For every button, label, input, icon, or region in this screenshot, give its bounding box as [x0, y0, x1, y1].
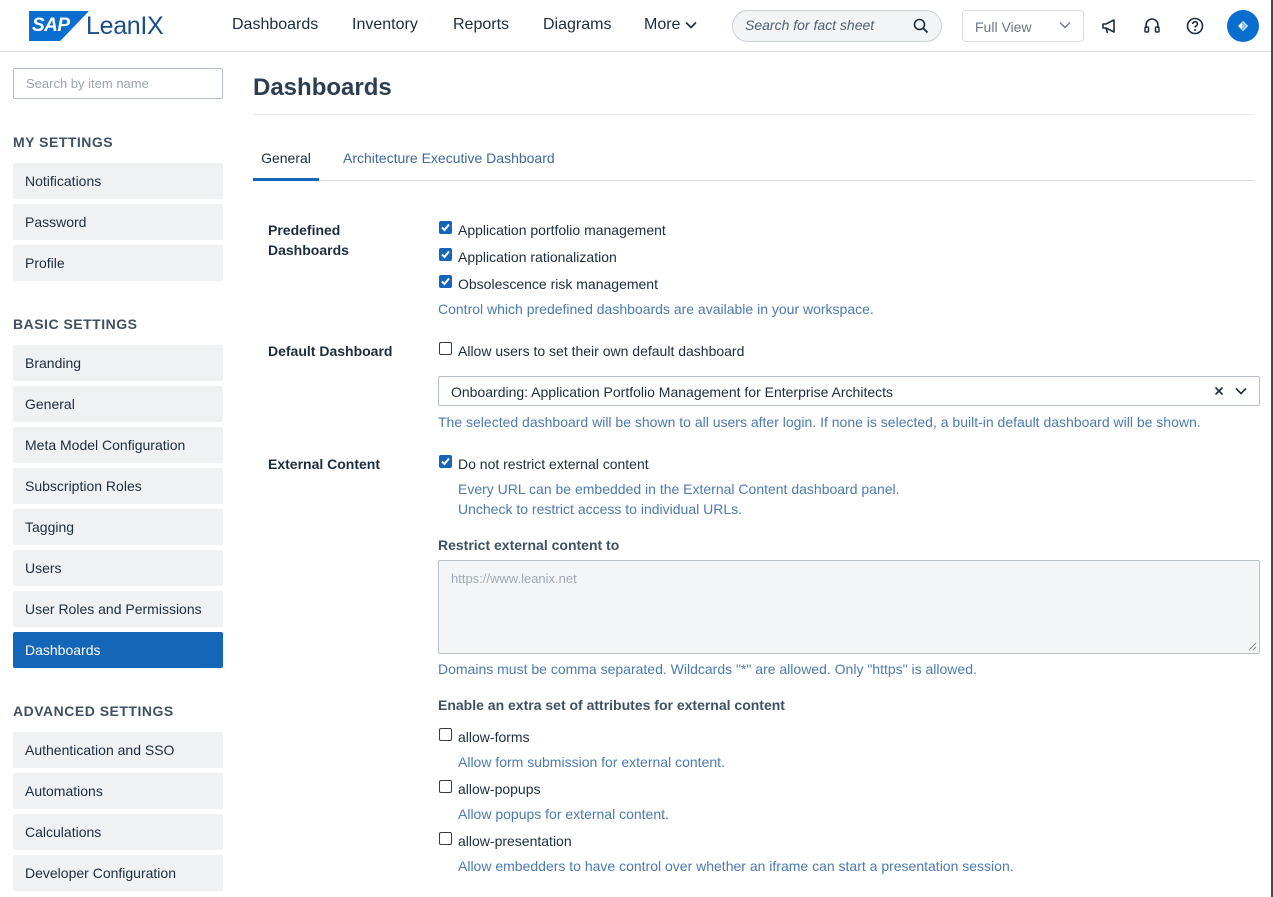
allow-popups-label: allow-popups [458, 781, 541, 797]
predefined-dashboards-help: Control which predefined dashboards are … [438, 301, 874, 317]
extra-attributes-label: Enable an extra set of attributes for ex… [438, 697, 785, 713]
active-tab-indicator [253, 178, 319, 181]
sidebar-item-profile[interactable]: Profile [13, 245, 223, 281]
sidebar-item-subscription-roles[interactable]: Subscription Roles [13, 468, 223, 504]
allow-presentation-label: allow-presentation [458, 833, 572, 849]
external-content-label: External Content [268, 456, 381, 472]
sidebar-search-input[interactable] [26, 76, 206, 91]
sidebar-item-tagging[interactable]: Tagging [13, 509, 223, 545]
sap-logo: SAP [29, 11, 89, 41]
checkbox-application-rationalization[interactable] [439, 248, 452, 261]
restrict-external-content-help: Domains must be comma separated. Wildcar… [438, 661, 977, 677]
option-label-obsolescence-risk-management: Obsolescence risk management [458, 276, 658, 292]
sidebar-item-branding[interactable]: Branding [13, 345, 223, 381]
sidebar-item-password[interactable]: Password [13, 204, 223, 240]
sidebar-item-meta-model-configuration[interactable]: Meta Model Configuration [13, 427, 223, 463]
sidebar-item-calculations[interactable]: Calculations [13, 814, 223, 850]
chevron-down-icon [685, 21, 698, 29]
sap-leanix-logo[interactable]: SAP LeanIX [29, 11, 164, 41]
checkbox-application-portfolio-management[interactable] [439, 221, 452, 234]
megaphone-icon[interactable] [1100, 16, 1120, 36]
sap-logo-text: SAP [32, 15, 70, 36]
checkmark-icon [441, 250, 450, 259]
predefined-dashboards-label: Predefined Dashboards [268, 220, 349, 260]
clear-icon[interactable] [1213, 385, 1225, 397]
chevron-down-icon[interactable] [1235, 387, 1247, 395]
nav-diagrams[interactable]: Diagrams [543, 16, 611, 34]
predefined-dashboards-label-line1: Predefined [268, 222, 341, 238]
option-label-application-portfolio-management: Application portfolio management [458, 222, 666, 238]
sidebar-item-developer-configuration[interactable]: Developer Configuration [13, 855, 223, 891]
tabs-divider [253, 180, 1254, 181]
fact-sheet-search-input[interactable] [745, 17, 905, 33]
restrict-external-content-label: Restrict external content to [438, 537, 620, 553]
sidebar-item-dashboards[interactable]: Dashboards [13, 632, 223, 668]
leanix-logo-text: LeanIX [86, 11, 164, 40]
default-dashboard-help: The selected dashboard will be shown to … [438, 414, 1201, 430]
section-title-my-settings: MY SETTINGS [13, 134, 114, 150]
title-divider [253, 114, 1254, 115]
restrict-external-content-input[interactable] [439, 561, 1259, 653]
checkmark-icon [441, 457, 450, 466]
nav-more[interactable]: More [644, 16, 698, 34]
checkmark-icon [441, 277, 450, 286]
checkbox-allow-user-default-dashboard[interactable] [439, 342, 452, 355]
chevron-down-icon [1059, 22, 1071, 29]
resize-grip-icon[interactable] [1248, 642, 1257, 651]
checkbox-allow-popups[interactable] [439, 780, 452, 793]
checkmark-icon [441, 223, 450, 232]
headset-icon[interactable] [1142, 16, 1162, 36]
section-title-advanced-settings: ADVANCED SETTINGS [13, 703, 174, 719]
sidebar-item-user-roles-and-permissions[interactable]: User Roles and Permissions [13, 591, 223, 627]
nav-more-label: More [644, 16, 681, 33]
external-content-help-line2: Uncheck to restrict access to individual… [458, 501, 742, 517]
allow-popups-help: Allow popups for external content. [458, 806, 669, 822]
default-dashboard-label: Default Dashboard [268, 343, 393, 359]
checkbox-obsolescence-risk-management[interactable] [439, 275, 452, 288]
settings-sidebar: MY SETTINGS Notifications Password Profi… [0, 53, 240, 897]
default-dashboard-select[interactable]: Onboarding: Application Portfolio Manage… [438, 376, 1260, 406]
default-dashboard-selected-value: Onboarding: Application Portfolio Manage… [451, 384, 894, 400]
allow-presentation-help: Allow embedders to have control over whe… [458, 858, 1014, 874]
sidebar-item-users[interactable]: Users [13, 550, 223, 586]
do-not-restrict-external-content-label: Do not restrict external content [458, 456, 649, 472]
external-content-help-line1: Every URL can be embedded in the Externa… [458, 481, 900, 497]
sidebar-item-authentication-and-sso[interactable]: Authentication and SSO [13, 732, 223, 768]
view-selector[interactable]: Full View [962, 10, 1084, 42]
nav-reports[interactable]: Reports [453, 16, 509, 34]
option-label-application-rationalization: Application rationalization [458, 249, 617, 265]
allow-forms-help: Allow form submission for external conte… [458, 754, 725, 770]
sidebar-search[interactable] [13, 68, 223, 99]
restrict-external-content-field[interactable] [438, 560, 1260, 654]
sidebar-item-automations[interactable]: Automations [13, 773, 223, 809]
section-title-basic-settings: BASIC SETTINGS [13, 316, 138, 332]
help-icon[interactable] [1185, 16, 1205, 36]
nav-dashboards[interactable]: Dashboards [232, 16, 318, 34]
allow-user-default-dashboard-label: Allow users to set their own default das… [458, 343, 745, 359]
search-icon[interactable] [913, 18, 929, 34]
avatar-logo-icon [1238, 21, 1248, 31]
tab-general[interactable]: General [253, 150, 319, 166]
tab-architecture-executive-dashboard[interactable]: Architecture Executive Dashboard [343, 150, 555, 166]
user-avatar[interactable] [1227, 10, 1259, 42]
view-selector-value: Full View [975, 19, 1032, 35]
page-title: Dashboards [253, 74, 392, 101]
checkbox-do-not-restrict-external-content[interactable] [439, 455, 452, 468]
predefined-dashboards-label-line2: Dashboards [268, 242, 349, 258]
checkbox-allow-forms[interactable] [439, 728, 452, 741]
nav-inventory[interactable]: Inventory [352, 16, 418, 34]
sidebar-item-notifications[interactable]: Notifications [13, 163, 223, 199]
sidebar-item-general[interactable]: General [13, 386, 223, 422]
top-bar: SAP LeanIX Dashboards Inventory Reports … [0, 0, 1273, 52]
allow-forms-label: allow-forms [458, 729, 530, 745]
fact-sheet-search[interactable] [732, 10, 942, 42]
checkbox-allow-presentation[interactable] [439, 832, 452, 845]
